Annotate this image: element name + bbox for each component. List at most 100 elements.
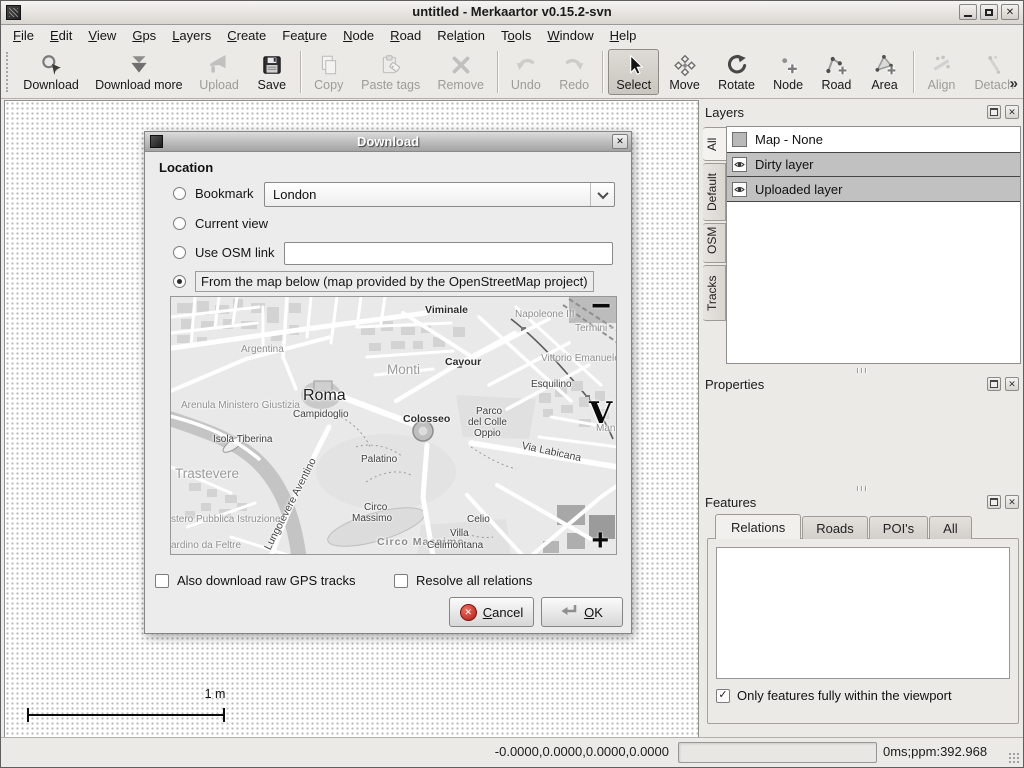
resolve-relations-option[interactable]: Resolve all relations — [394, 573, 532, 588]
redo-button[interactable]: Redo — [551, 49, 597, 95]
save-button[interactable]: Save — [249, 49, 295, 95]
download-dialog: Download ✕ Location Bookmark London Curr… — [144, 131, 632, 634]
menu-gps[interactable]: Gps — [124, 27, 164, 44]
map-label: del Colle — [468, 417, 507, 428]
features-float-button[interactable] — [987, 495, 1001, 509]
layer-row-dirty[interactable]: Dirty layer — [727, 152, 1020, 177]
upload-button[interactable]: Upload — [191, 49, 247, 95]
close-button[interactable]: ✕ — [1001, 4, 1019, 20]
copy-button[interactable]: Copy — [306, 49, 352, 95]
bookmark-radio[interactable] — [173, 187, 186, 200]
close-icon: ✕ — [1008, 379, 1016, 390]
menu-road[interactable]: Road — [382, 27, 429, 44]
undo-button[interactable]: Undo — [503, 49, 549, 95]
current-view-radio[interactable] — [173, 217, 186, 230]
map-label: Campidoglio — [293, 409, 349, 420]
layer-row-map[interactable]: Map - None — [727, 127, 1020, 152]
menu-file[interactable]: File — [5, 27, 42, 44]
map-label: ardino da Feltre — [171, 540, 241, 551]
scale-bar — [27, 708, 225, 722]
resolve-relations-checkbox[interactable] — [394, 574, 408, 588]
move-button[interactable]: Move — [661, 49, 708, 95]
map-label: Palatino — [361, 454, 397, 465]
paste-tags-button[interactable]: Paste tags — [354, 49, 428, 95]
map-label: stero Pubblica Istruzione — [171, 514, 281, 525]
toolbar-separator — [300, 51, 301, 93]
osm-link-radio[interactable] — [173, 246, 186, 259]
progress-bar — [678, 742, 877, 763]
select-button[interactable]: Select — [608, 49, 659, 95]
download-button[interactable]: Download — [16, 49, 87, 95]
download-more-button[interactable]: Download more — [88, 49, 189, 95]
bookmark-select[interactable]: London — [264, 182, 615, 207]
toolbar-separator — [497, 51, 498, 93]
zoom-out-button[interactable]: − — [591, 296, 611, 323]
map-label: Vittorio Emanuele — [541, 353, 617, 364]
merkaartor-window: untitled - Merkaartor v0.15.2-svn ✕ File… — [0, 0, 1024, 768]
map-label: Celio — [467, 514, 490, 525]
maximize-button[interactable] — [980, 4, 998, 20]
osm-link-input[interactable] — [284, 242, 613, 265]
gps-tracks-option[interactable]: Also download raw GPS tracks — [155, 573, 355, 588]
combo-dropdown-button[interactable] — [590, 183, 614, 206]
bookmark-option[interactable]: Bookmark — [173, 186, 254, 201]
layers-tab-all[interactable]: All — [703, 127, 727, 161]
map-label: Circo — [364, 502, 387, 513]
features-close-button[interactable]: ✕ — [1005, 495, 1019, 509]
menu-view[interactable]: View — [80, 27, 124, 44]
toolbar-drag-handle[interactable] — [6, 52, 12, 92]
layers-tab-default[interactable]: Default — [703, 163, 726, 221]
cancel-icon: ✕ — [460, 604, 477, 621]
current-view-option[interactable]: Current view — [173, 216, 268, 231]
dialog-titlebar[interactable]: Download ✕ — [145, 132, 631, 152]
properties-close-button[interactable]: ✕ — [1005, 377, 1019, 391]
dialog-close-button[interactable]: ✕ — [612, 134, 628, 149]
menu-layers[interactable]: Layers — [164, 27, 219, 44]
tab-roads[interactable]: Roads — [802, 516, 868, 539]
maximize-icon — [985, 9, 993, 16]
properties-float-button[interactable] — [987, 377, 1001, 391]
map-label: Massimo — [352, 513, 392, 524]
tab-relations[interactable]: Relations — [715, 514, 801, 539]
minimize-button[interactable] — [959, 4, 977, 20]
gps-tracks-checkbox[interactable] — [155, 574, 169, 588]
menu-node[interactable]: Node — [335, 27, 382, 44]
layers-tab-tracks[interactable]: Tracks — [703, 265, 726, 321]
toolbar-overflow-button[interactable]: » — [1010, 75, 1018, 92]
rotate-button[interactable]: Rotate — [710, 49, 763, 95]
viewport-filter-row[interactable]: ✓ Only features fully within the viewpor… — [716, 688, 1010, 703]
menu-help[interactable]: Help — [602, 27, 645, 44]
from-map-option[interactable]: From the map below (map provided by the … — [173, 271, 594, 292]
osm-link-option[interactable]: Use OSM link — [173, 245, 274, 260]
panel-splitter[interactable] — [703, 366, 1019, 374]
menu-feature[interactable]: Feature — [274, 27, 335, 44]
menu-create[interactable]: Create — [219, 27, 274, 44]
panel-splitter[interactable] — [703, 484, 1019, 492]
resize-grip[interactable] — [1009, 753, 1020, 764]
menu-window[interactable]: Window — [539, 27, 601, 44]
menu-relation[interactable]: Relation — [429, 27, 493, 44]
eye-icon[interactable] — [732, 182, 747, 197]
viewport-filter-checkbox[interactable]: ✓ — [716, 689, 730, 703]
ok-button[interactable]: OK — [541, 597, 623, 627]
node-button[interactable]: Node — [765, 49, 811, 95]
remove-button[interactable]: Remove — [430, 49, 492, 95]
menu-edit[interactable]: Edit — [42, 27, 80, 44]
layers-float-button[interactable] — [987, 105, 1001, 119]
menu-tools[interactable]: Tools — [493, 27, 539, 44]
map-preview[interactable]: Viminale Napoleone III Termini - La Arge… — [170, 296, 617, 555]
layer-visibility-checkbox[interactable] — [732, 132, 747, 147]
area-button[interactable]: Area — [862, 49, 908, 95]
zoom-in-button[interactable]: + — [591, 526, 609, 555]
layers-close-button[interactable]: ✕ — [1005, 105, 1019, 119]
eye-icon[interactable] — [732, 157, 747, 172]
align-button[interactable]: Align — [919, 49, 965, 95]
tab-pois[interactable]: POI's — [869, 516, 928, 539]
features-list[interactable] — [716, 547, 1010, 679]
from-map-radio[interactable] — [173, 275, 186, 288]
cancel-button[interactable]: ✕ Cancel — [449, 597, 534, 627]
tab-all[interactable]: All — [929, 516, 971, 539]
layers-tab-osm[interactable]: OSM — [703, 223, 726, 263]
road-button[interactable]: Road — [813, 49, 859, 95]
layer-row-uploaded[interactable]: Uploaded layer — [727, 177, 1020, 202]
